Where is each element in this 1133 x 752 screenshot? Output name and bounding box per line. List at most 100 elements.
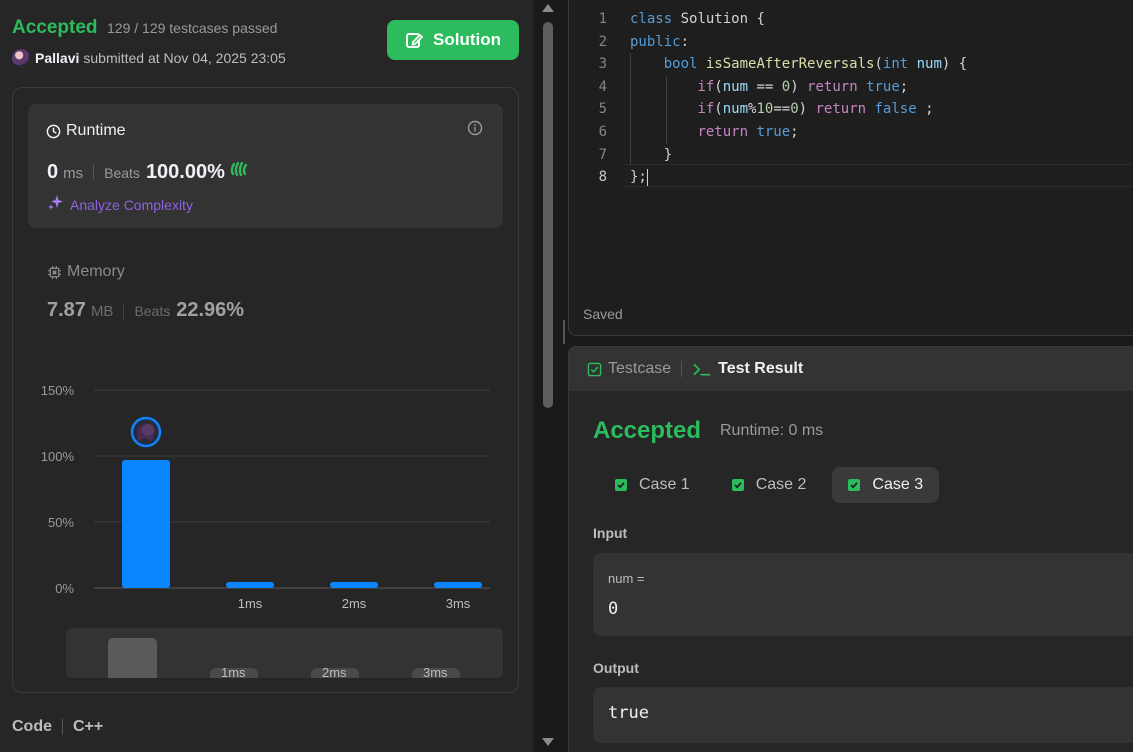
- runtime-beats-value: 100.00%: [145, 161, 225, 183]
- submission-panel: Accepted 129 / 129 testcases passed Pall…: [0, 0, 533, 752]
- divider: [62, 719, 63, 735]
- test-result-panel: Testcase Test Result Accepted Runtime: 0…: [568, 346, 1133, 752]
- code-line[interactable]: }: [630, 144, 672, 167]
- case-tab-2[interactable]: Case 2: [716, 467, 823, 503]
- case-tab-1[interactable]: Case 1: [599, 467, 706, 503]
- minimap-label-2: 2ms: [322, 665, 347, 678]
- code-line[interactable]: if(num == 0) return true;: [630, 76, 908, 99]
- line-number: 4: [598, 78, 607, 95]
- resize-handle[interactable]: [563, 320, 565, 344]
- line-number: 1: [598, 11, 607, 27]
- runtime-beats-label: Beats: [104, 165, 140, 181]
- code-language-bar: Code C++: [12, 718, 103, 736]
- clap-icon: [229, 160, 249, 183]
- check-icon: [615, 479, 627, 491]
- input-variable-name: num =: [608, 571, 645, 586]
- input-value: 0: [608, 599, 619, 619]
- line-number: 8: [598, 169, 607, 186]
- code-line[interactable]: bool isSameAfterReversals(int num) {: [630, 53, 968, 76]
- check-icon: [731, 479, 744, 491]
- minimap-label-3: 3ms: [423, 665, 448, 678]
- tab-test-result-label: Test Result: [718, 360, 804, 377]
- code-line[interactable]: };: [630, 166, 648, 189]
- case-tabs: Case 1 Case 2 Case 3: [599, 467, 949, 503]
- analyze-complexity-link[interactable]: Analyze Complexity: [48, 194, 193, 215]
- bar: [122, 459, 170, 588]
- runtime-unit: ms: [63, 165, 84, 182]
- case-label: Case 3: [872, 476, 924, 493]
- input-label: Input: [593, 525, 628, 541]
- code-line[interactable]: class Solution {: [630, 8, 765, 31]
- y-tick-label: 150%: [41, 383, 75, 398]
- line-number: 6: [598, 123, 607, 140]
- minimap-label-1: 1ms: [221, 665, 246, 678]
- language-label: C++: [73, 718, 104, 735]
- x-tick-label: 3ms: [446, 596, 471, 611]
- y-tick-label: 50%: [48, 515, 74, 530]
- result-status: Accepted: [593, 417, 702, 444]
- range-selector-thumb[interactable]: [108, 638, 157, 678]
- tab-test-result[interactable]: Test Result: [692, 360, 803, 378]
- testcases-passed: 129 / 129 testcases passed: [107, 20, 278, 36]
- bar: [434, 582, 482, 588]
- tab-testcase[interactable]: Testcase: [587, 360, 671, 378]
- memory-value: 7.87: [47, 299, 86, 321]
- check-icon: [848, 479, 861, 491]
- line-number: 5: [598, 101, 607, 118]
- clock-icon: [46, 124, 61, 138]
- x-tick-label: 1ms: [238, 596, 263, 611]
- y-tick-label: 100%: [41, 449, 75, 464]
- edit-icon: [406, 33, 423, 48]
- save-status: Saved: [583, 306, 623, 322]
- runtime-value: 0: [47, 161, 59, 183]
- code-line[interactable]: public:: [630, 31, 689, 54]
- line-number: 3: [598, 56, 607, 73]
- line-number: 7: [598, 146, 607, 163]
- case-label: Case 1: [639, 476, 690, 493]
- scrollbar-thumb[interactable]: [543, 22, 553, 408]
- info-icon[interactable]: [467, 120, 483, 141]
- solution-button[interactable]: Solution: [387, 20, 519, 60]
- code-line[interactable]: if(num%10==0) return false ;: [630, 98, 933, 121]
- y-tick-label: 0%: [55, 581, 74, 596]
- terminal-icon: [693, 363, 711, 375]
- username-link[interactable]: Pallavi: [35, 50, 79, 66]
- code-editor[interactable]: 1 class Solution { 2 public: 3 bool isSame…: [568, 0, 1133, 336]
- scroll-down-arrow-icon[interactable]: [542, 738, 554, 746]
- input-box[interactable]: num = 0: [593, 553, 1133, 636]
- tab-testcase-label: Testcase: [608, 360, 672, 377]
- submitter-line: Pallavi submitted at Nov 04, 2025 23:05: [12, 49, 286, 67]
- line-number: 2: [598, 33, 607, 50]
- chart-range-selector[interactable]: 1ms 2ms 3ms: [66, 628, 503, 678]
- memory-heading[interactable]: Memory: [47, 263, 125, 281]
- divider: [93, 164, 95, 180]
- bar: [330, 582, 378, 588]
- output-value: true: [608, 703, 649, 723]
- submitted-at: submitted at Nov 04, 2025 23:05: [83, 50, 286, 66]
- runtime-card[interactable]: Runtime 0 ms Beats 100.00% Analyze Compl…: [28, 104, 503, 228]
- runtime-heading: Runtime: [46, 122, 126, 140]
- divider: [681, 361, 683, 377]
- case-tab-3[interactable]: Case 3: [832, 467, 940, 503]
- code-label: Code: [12, 718, 52, 735]
- bar: [226, 582, 274, 588]
- result-tabs: Testcase Test Result: [569, 347, 1133, 391]
- runtime-values: 0 ms Beats 100.00%: [47, 160, 249, 184]
- runtime-title: Runtime: [66, 122, 126, 139]
- avatar[interactable]: [12, 49, 30, 67]
- scroll-up-arrow-icon[interactable]: [542, 4, 554, 12]
- text-cursor: [646, 168, 648, 186]
- checkbox-icon: [587, 362, 602, 376]
- memory-title: Memory: [67, 263, 125, 280]
- output-box[interactable]: true: [593, 687, 1133, 743]
- divider: [123, 302, 125, 319]
- analyze-label: Analyze Complexity: [70, 196, 193, 213]
- x-tick-label: 2ms: [342, 596, 367, 611]
- memory-beats-label: Beats: [134, 303, 171, 319]
- code-line[interactable]: return true;: [630, 121, 798, 144]
- runtime-distribution-chart: 0% 50% 100% 150% 1ms 2ms 3ms: [41, 383, 490, 611]
- chip-icon: [47, 265, 62, 279]
- memory-values: 7.87 MB Beats 22.96%: [47, 299, 244, 322]
- case-label: Case 2: [755, 476, 807, 493]
- submission-status: Accepted: [12, 17, 98, 38]
